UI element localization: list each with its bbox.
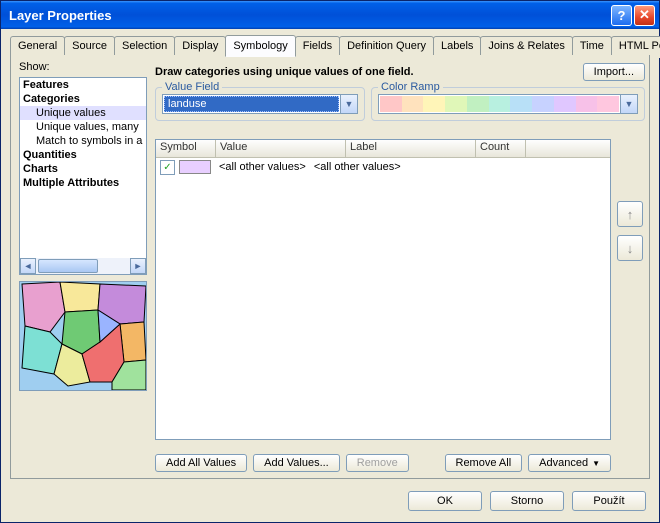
- remove-button[interactable]: Remove: [346, 454, 409, 472]
- ok-button[interactable]: OK: [408, 491, 482, 511]
- ramp-swatch: [489, 96, 511, 112]
- show-label: Show:: [19, 61, 50, 73]
- value-field-value: landuse: [168, 98, 207, 110]
- caret-down-icon: ▼: [592, 459, 600, 468]
- tree-charts[interactable]: Charts: [20, 162, 146, 176]
- table-row[interactable]: ✓ <all other values> <all other values>: [156, 158, 610, 176]
- scroll-track[interactable]: [36, 258, 130, 274]
- ramp-swatch: [380, 96, 402, 112]
- row-checkbox[interactable]: ✓: [160, 160, 175, 175]
- ramp-swatch: [576, 96, 598, 112]
- col-symbol[interactable]: Symbol: [156, 140, 216, 157]
- cancel-button[interactable]: Storno: [490, 491, 564, 511]
- tree-features[interactable]: Features: [20, 78, 146, 92]
- tree-scrollbar[interactable]: ◄ ►: [20, 258, 146, 274]
- title-bar: Layer Properties ? ✕: [1, 1, 659, 29]
- arrow-down-icon: ↓: [627, 241, 634, 256]
- import-button[interactable]: Import...: [583, 63, 645, 81]
- value-field-legend: Value Field: [162, 81, 222, 93]
- tab-symbology[interactable]: Symbology: [225, 35, 295, 57]
- advanced-label: Advanced: [539, 457, 588, 469]
- color-ramp-select[interactable]: ▼: [378, 94, 638, 114]
- advanced-button[interactable]: Advanced ▼: [528, 454, 611, 472]
- arrow-up-icon: ↑: [627, 207, 634, 222]
- preview-map-icon: [20, 282, 147, 391]
- ramp-swatch: [467, 96, 489, 112]
- tree-multiple-attributes[interactable]: Multiple Attributes: [20, 176, 146, 190]
- move-up-button[interactable]: ↑: [617, 201, 643, 227]
- tab-panel: Show: Features Categories Unique values …: [10, 55, 650, 479]
- tree-unique-values[interactable]: Unique values: [20, 106, 146, 120]
- add-all-values-button[interactable]: Add All Values: [155, 454, 247, 472]
- apply-button[interactable]: Použít: [572, 491, 646, 511]
- value-field-select[interactable]: landuse ▼: [162, 94, 358, 114]
- ramp-swatch: [554, 96, 576, 112]
- scroll-thumb[interactable]: [38, 259, 98, 273]
- color-ramp-legend: Color Ramp: [378, 81, 443, 93]
- tree-match-to-symbols[interactable]: Match to symbols in a: [20, 134, 146, 148]
- row-symbol-swatch[interactable]: [179, 160, 211, 174]
- table-header: Symbol Value Label Count: [156, 140, 610, 158]
- symbol-table[interactable]: Symbol Value Label Count ✓ <all other va…: [155, 139, 611, 440]
- chevron-down-icon: ▼: [620, 95, 637, 113]
- ramp-swatch: [402, 96, 424, 112]
- help-button[interactable]: ?: [611, 5, 632, 26]
- show-tree[interactable]: Features Categories Unique values Unique…: [19, 77, 147, 275]
- col-value[interactable]: Value: [216, 140, 346, 157]
- tree-unique-values-many[interactable]: Unique values, many: [20, 120, 146, 134]
- panel-description: Draw categories using unique values of o…: [155, 66, 583, 78]
- row-label: <all other values>: [310, 161, 405, 173]
- tree-categories[interactable]: Categories: [20, 92, 146, 106]
- layer-preview: [19, 281, 147, 391]
- tree-quantities[interactable]: Quantities: [20, 148, 146, 162]
- add-values-button[interactable]: Add Values...: [253, 454, 340, 472]
- tab-strip: General Source Selection Display Symbolo…: [4, 29, 656, 57]
- ramp-swatch: [510, 96, 532, 112]
- scroll-right-icon[interactable]: ►: [130, 258, 146, 274]
- chevron-down-icon: ▼: [340, 95, 357, 113]
- ramp-swatch: [445, 96, 467, 112]
- close-button[interactable]: ✕: [634, 5, 655, 26]
- row-value: <all other values>: [215, 161, 310, 173]
- ramp-swatch: [532, 96, 554, 112]
- move-down-button[interactable]: ↓: [617, 235, 643, 261]
- remove-all-button[interactable]: Remove All: [445, 454, 523, 472]
- col-label[interactable]: Label: [346, 140, 476, 157]
- col-count[interactable]: Count: [476, 140, 526, 157]
- ramp-swatch: [597, 96, 619, 112]
- value-field-group: Value Field landuse ▼: [155, 87, 365, 121]
- window-title: Layer Properties: [5, 8, 609, 23]
- color-ramp-group: Color Ramp ▼: [371, 87, 645, 121]
- scroll-left-icon[interactable]: ◄: [20, 258, 36, 274]
- close-icon: ✕: [639, 7, 650, 23]
- ramp-swatch: [423, 96, 445, 112]
